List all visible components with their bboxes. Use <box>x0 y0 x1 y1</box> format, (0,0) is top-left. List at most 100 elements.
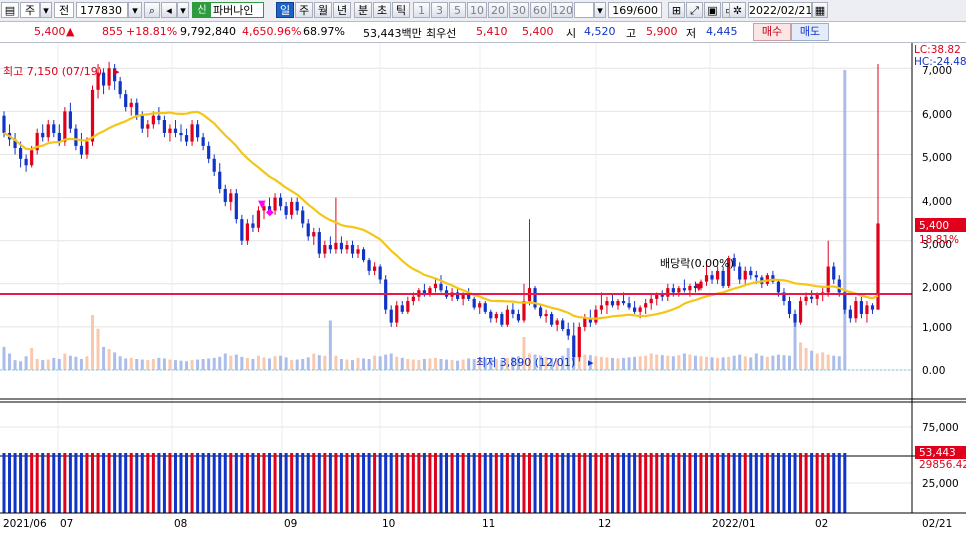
price-kind-select[interactable]: 전 <box>54 2 74 18</box>
chevron-down-icon[interactable]: ▾ <box>177 2 189 18</box>
volume-bar <box>782 453 786 513</box>
tab-period-minute[interactable]: 분 <box>354 2 372 18</box>
interval-custom-input[interactable] <box>574 2 594 18</box>
volume-bar <box>118 453 122 513</box>
candle-body <box>433 283 438 289</box>
interval-3[interactable]: 3 <box>431 2 448 18</box>
volume-bar <box>157 453 161 513</box>
interval-20[interactable]: 20 <box>488 2 508 18</box>
chevron-down-icon[interactable]: ▾ <box>40 2 52 18</box>
volume-bar <box>732 453 736 513</box>
tab-period-month[interactable]: 월 <box>314 2 332 18</box>
candle-body <box>594 309 598 323</box>
volume-bar <box>765 453 769 513</box>
volume-overlay-bar <box>843 70 847 370</box>
volume-overlay-bar <box>400 357 404 370</box>
volume-overlay-bar <box>671 356 675 370</box>
volume-overlay-bar <box>649 353 653 370</box>
candle-body <box>345 245 349 250</box>
volume-overlay-bar <box>162 358 166 370</box>
buy-button[interactable]: 매수 <box>753 23 791 41</box>
candle-body <box>90 89 95 142</box>
volume-overlay-bar <box>63 353 67 370</box>
interval-60[interactable]: 60 <box>530 2 550 18</box>
volume-overlay-bar <box>8 353 12 370</box>
code-dropdown-icon[interactable]: ▾ <box>128 2 142 18</box>
price-chart[interactable]: 최고 7,150 (07/19) ▸ 최저 3,890 (12/01) ▸ 배당… <box>0 43 966 534</box>
volume-tick: 25,000 <box>922 478 959 490</box>
current-price-label: 5,400 <box>919 220 949 232</box>
market-select[interactable]: 주 <box>20 2 40 18</box>
interval-30[interactable]: 30 <box>509 2 529 18</box>
volume-overlay-bar <box>273 356 277 370</box>
volume-overlay-bar <box>616 358 620 370</box>
amount-value: 53,443백만 <box>363 27 422 40</box>
candle-type-icon[interactable]: ⊞ <box>668 2 685 18</box>
tab-period-second[interactable]: 초 <box>373 2 391 18</box>
volume-overlay-bar <box>721 357 725 370</box>
volume-overlay-bar <box>85 356 89 370</box>
candle-body <box>561 320 565 330</box>
ratio-value: 68.97% <box>303 25 345 38</box>
interval-1[interactable]: 1 <box>413 2 430 18</box>
interval-10[interactable]: 10 <box>467 2 487 18</box>
volume-bar <box>140 453 144 513</box>
candle-body <box>151 115 155 125</box>
candle-body <box>832 266 836 280</box>
count-input[interactable]: 169/600 <box>608 2 662 18</box>
candle-body <box>234 193 238 220</box>
volume-bar <box>627 453 631 513</box>
change-value: 855 <box>102 25 123 38</box>
volume-ma-label: 29856.42 <box>919 459 966 471</box>
volume-overlay-bar <box>771 355 775 370</box>
volume-bar <box>234 453 238 513</box>
volume-bar <box>168 453 172 513</box>
volume-bar <box>555 453 559 513</box>
volume-bar <box>345 453 349 513</box>
price-tick: 0.00 <box>922 365 945 377</box>
date-input[interactable]: 2022/02/21 <box>748 2 812 18</box>
volume-bar <box>406 453 410 513</box>
sell-button[interactable]: 매도 <box>791 23 829 41</box>
volume-overlay-bar <box>328 320 332 370</box>
gear-icon[interactable]: ✲ <box>729 2 746 18</box>
tab-period-tick[interactable]: 틱 <box>392 2 410 18</box>
volume-overlay-bar <box>262 357 266 370</box>
down-arrow-icon: ◆ <box>266 207 274 218</box>
volume-bar <box>218 453 222 513</box>
volume-overlay-bar <box>107 349 111 370</box>
search-icon[interactable]: ⌕ <box>144 2 160 18</box>
interval-120[interactable]: 120 <box>551 2 573 18</box>
volume-bar <box>505 453 509 513</box>
calendar-icon[interactable]: ▦ <box>812 2 828 18</box>
volume-overlay-bar <box>389 353 393 370</box>
chevron-down-icon[interactable]: ▾ <box>594 2 606 18</box>
tab-period-year[interactable]: 년 <box>333 2 351 18</box>
volume-overlay-bar <box>627 357 631 370</box>
menu-icon[interactable]: ▤ <box>1 2 19 18</box>
volume-bar <box>577 453 581 513</box>
volume-overlay-bar <box>378 356 382 370</box>
volume-overlay-bar <box>716 357 720 370</box>
volume-bar <box>312 453 316 513</box>
volume-overlay-bar <box>677 355 681 370</box>
volume-overlay-bar <box>832 355 836 370</box>
candle-body <box>229 193 233 202</box>
current-percent-label: 18.81% <box>919 234 959 246</box>
volume-bar <box>389 453 393 513</box>
code-input[interactable]: 177830 <box>76 2 128 18</box>
volume-bar <box>533 453 537 513</box>
lc-label: LC:38.82 <box>914 44 961 56</box>
tab-period-week[interactable]: 주 <box>295 2 313 18</box>
crosshair-icon[interactable]: ⤢ <box>686 2 703 18</box>
candle-body <box>196 124 200 138</box>
volume-bar <box>799 453 803 513</box>
volume-bar <box>749 453 753 513</box>
lock-icon[interactable]: ▣ <box>704 2 721 18</box>
candle-body <box>378 266 382 280</box>
interval-5[interactable]: 5 <box>449 2 466 18</box>
volume-bar <box>699 453 703 513</box>
volume-overlay-bar <box>223 353 227 370</box>
tab-period-day[interactable]: 일 <box>276 2 294 18</box>
speaker-icon[interactable]: ◂ <box>161 2 177 18</box>
